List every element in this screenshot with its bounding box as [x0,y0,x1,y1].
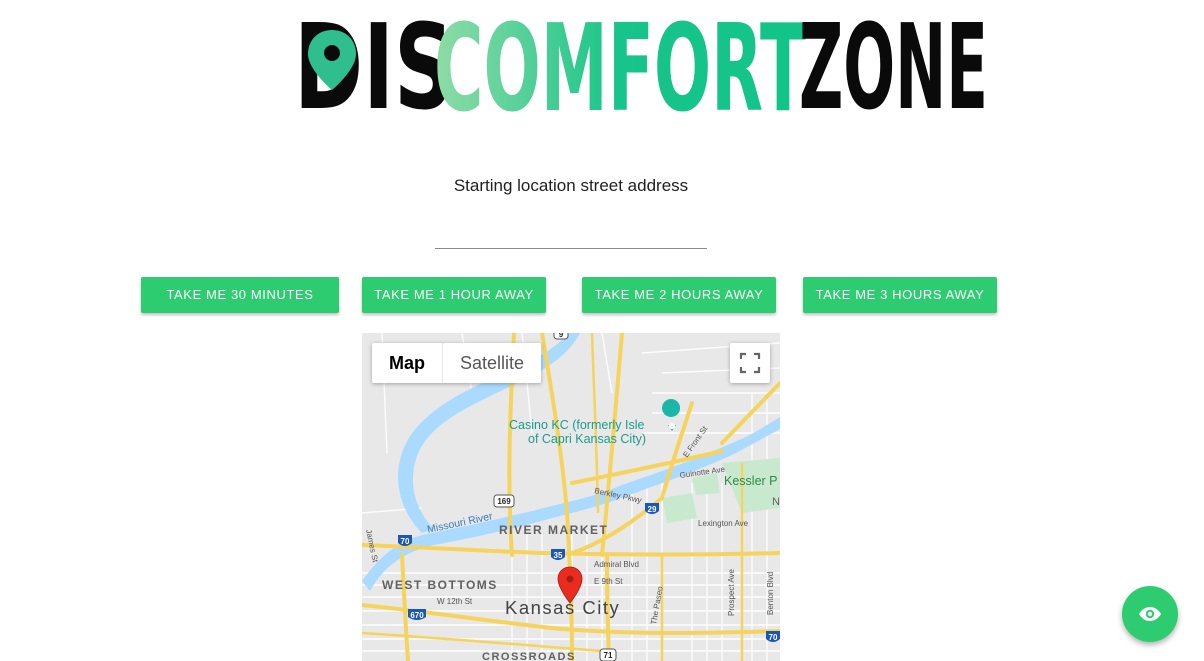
fullscreen-button[interactable] [730,343,770,383]
map-type-control: Map Satellite [372,343,542,383]
prospect-ave-label: Prospect Ave [727,568,736,616]
view-toggle-button[interactable] [1122,586,1178,642]
i29-shield: 29 [645,503,659,514]
i70-shield-east: 70 [766,631,780,642]
svg-text:71: 71 [604,651,613,660]
take-me-3-hours-button[interactable]: TAKE ME 3 HOURS AWAY [803,277,997,313]
crossroads-label: CROSSROADS [482,651,576,661]
svg-text:29: 29 [648,505,657,514]
discomfort-zone-logo: DIS COMFORT ZONE [294,8,988,113]
kansas-city-label: Kansas City [505,597,620,618]
i70-shield: 70 [398,535,412,546]
eye-icon [1139,607,1161,621]
svg-text:9: 9 [559,333,564,339]
benton-blvd-label: Benton Blvd [766,572,775,615]
admiral-blvd-label: Admiral Blvd [594,560,639,569]
i35-shield: 35 [551,549,565,560]
e-9th-st-label: E 9th St [594,577,623,586]
w-12th-st-label: W 12th St [437,597,473,606]
lexington-ave-label: Lexington Ave [698,519,749,528]
logo-zone: ZONE [799,8,988,113]
map-view[interactable]: 70 670 35 29 169 71 9 70 Casino KC (form… [362,333,780,661]
n-ka-label: N KA [772,496,780,508]
fullscreen-icon [739,352,761,374]
svg-text:70: 70 [401,537,410,546]
take-me-1-hour-button[interactable]: TAKE ME 1 HOUR AWAY [362,277,546,313]
take-me-2-hours-button[interactable]: TAKE ME 2 HOURS AWAY [582,277,776,313]
kessler-label: Kessler P [724,474,778,488]
river-market-label: RIVER MARKET [499,523,608,537]
address-input[interactable] [435,216,707,249]
west-bottoms-label: WEST BOTTOMS [382,578,498,592]
take-me-30-minutes-button[interactable]: TAKE ME 30 MINUTES [141,277,339,313]
map-type-satellite-button[interactable]: Satellite [443,343,541,383]
casino-label: Casino KC (formerly Isle [509,418,644,432]
svg-text:70: 70 [769,633,778,642]
svg-text:35: 35 [554,551,563,560]
address-prompt: Starting location street address [453,176,689,195]
page: DIS COMFORT ZONE Starting location stree… [0,0,1204,661]
us9-shield: 9 [553,333,569,340]
us71-shield: 71 [599,648,617,661]
logo-comfort: COMFORT [434,8,806,113]
park-area [662,493,697,523]
us169-shield: 169 [493,494,515,508]
svg-text:169: 169 [497,497,511,506]
i670-shield: 670 [408,609,426,620]
map-type-map-button[interactable]: Map [372,343,443,383]
svg-text:670: 670 [410,611,424,620]
casino-label-2: of Capri Kansas City) [528,432,646,446]
